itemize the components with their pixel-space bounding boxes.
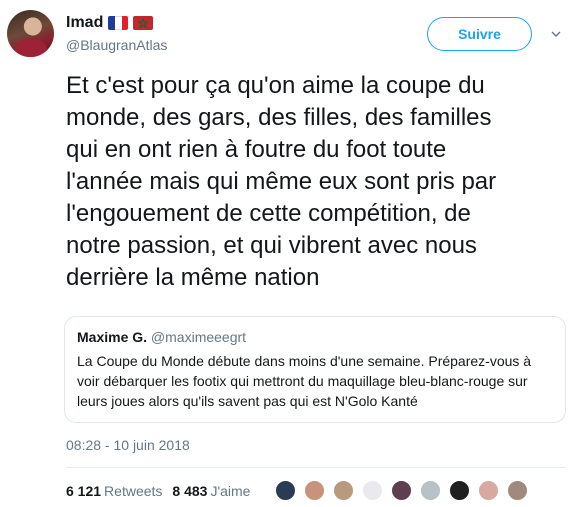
retweets-label: Retweets bbox=[104, 483, 163, 499]
france-flag-icon bbox=[108, 16, 129, 30]
quoted-tweet-text: La Coupe du Monde débute dans moins d'un… bbox=[77, 351, 553, 411]
liker-avatar[interactable] bbox=[303, 479, 326, 502]
liker-avatar[interactable] bbox=[477, 479, 500, 502]
tweet-line: monde, des gars, des filles, des famille… bbox=[66, 104, 492, 131]
author-avatar[interactable] bbox=[7, 10, 54, 57]
liker-avatars bbox=[260, 475, 560, 507]
author-handle[interactable]: @BlaugranAtlas bbox=[66, 37, 167, 53]
likes-label: J'aime bbox=[210, 483, 251, 499]
tweet-stats: 6 121 Retweets 8 483 J'aime bbox=[66, 483, 250, 499]
author-name[interactable]: Imad bbox=[66, 14, 103, 32]
tweet-line: Et c'est pour ça qu'on aime la coupe du bbox=[66, 72, 485, 99]
liker-avatar[interactable] bbox=[361, 479, 384, 502]
morocco-flag-icon bbox=[133, 16, 154, 30]
quoted-author-name: Maxime G. bbox=[77, 329, 148, 345]
quoted-tweet-header: Maxime G. @maximeeegrt bbox=[77, 329, 553, 345]
quoted-line: La Coupe du Monde débute dans moins d'un… bbox=[77, 353, 532, 369]
quoted-author-handle: @maximeeegrt bbox=[150, 329, 247, 345]
retweets-count: 6 121 bbox=[66, 483, 102, 499]
liker-avatar[interactable] bbox=[448, 479, 471, 502]
chevron-down-icon[interactable] bbox=[551, 29, 561, 39]
tweet-timestamp[interactable]: 08:28 - 10 juin 2018 bbox=[66, 437, 190, 453]
retweets-stat[interactable]: 6 121 Retweets bbox=[66, 483, 162, 499]
tweet-text: Et c'est pour ça qu'on aime la coupe du … bbox=[66, 70, 566, 294]
likes-stat[interactable]: 8 483 J'aime bbox=[172, 483, 250, 499]
tweet-line: notre passion, et qui vibrent avec nous bbox=[66, 232, 477, 259]
tweet-line: derrière la même nation bbox=[66, 264, 320, 291]
divider bbox=[66, 467, 566, 468]
liker-avatar[interactable] bbox=[390, 479, 413, 502]
liker-avatar[interactable] bbox=[419, 479, 442, 502]
author-display-name[interactable]: Imad bbox=[66, 14, 154, 32]
liker-avatar[interactable] bbox=[274, 479, 297, 502]
tweet-line: l'engouement de cette compétition, de bbox=[66, 200, 471, 227]
quoted-line: leurs joues alors qu'ils savent pas qui … bbox=[77, 393, 418, 409]
tweet-line: l'année mais qui même eux sont pris par bbox=[66, 168, 497, 195]
likes-count: 8 483 bbox=[172, 483, 208, 499]
quoted-tweet-card[interactable]: Maxime G. @maximeeegrt La Coupe du Monde… bbox=[64, 316, 566, 423]
liker-avatar[interactable] bbox=[332, 479, 355, 502]
quoted-line: voir débarquer les footix qui mettront d… bbox=[77, 373, 528, 389]
liker-avatar[interactable] bbox=[506, 479, 529, 502]
tweet-line: qui en ont rien à foutre du foot toute bbox=[66, 136, 447, 163]
follow-button[interactable]: Suivre bbox=[427, 17, 532, 51]
